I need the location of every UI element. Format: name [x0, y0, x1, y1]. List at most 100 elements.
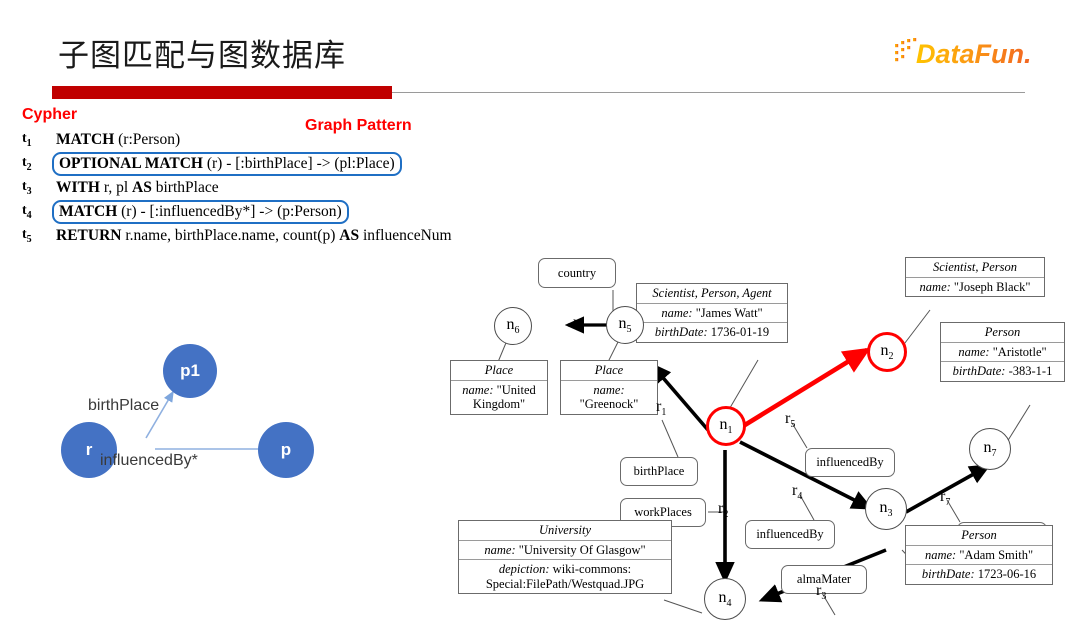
property-box-n4-row-name: name: "University Of Glasgow"	[459, 541, 671, 561]
property-box-n3-labels: Person	[906, 526, 1052, 546]
cypher-rest-5: r.name, birthPlace.name, count(p)	[121, 227, 340, 244]
property-box-n6-labels: Place	[451, 361, 547, 381]
cypher-code-block: t1 MATCH (r:Person) t2 OPTIONAL MATCH (r…	[0, 128, 520, 248]
graph-node-n2[interactable]: n2	[867, 332, 907, 372]
query-pattern-graph: p1 r p birthPlace influencedBy*	[50, 330, 380, 510]
graph-edge-label-r2: r2	[718, 500, 729, 521]
cypher-step-label-4: t4	[22, 203, 32, 221]
cypher-keyword-5: RETURN	[56, 227, 122, 244]
cypher-step-sub-1: 1	[26, 137, 32, 149]
property-box-n3-row-birthdate: birthDate: 1723-06-16	[921, 567, 1037, 582]
cypher-line-2: t2 OPTIONAL MATCH (r) - [:birthPlace] ->…	[0, 152, 520, 176]
graph-node-n4-label: n4	[718, 588, 732, 610]
cypher-rest-4: (r) - [:influencedBy*] -> (p:Person)	[117, 203, 342, 220]
graph-node-n7-label: n7	[983, 438, 997, 460]
cypher-statement-1: MATCH (r:Person)	[52, 130, 184, 150]
cypher-rest-3: r, pl	[99, 179, 133, 196]
property-box-n4-row-depiction: depiction: wiki-commons: Special:FilePat…	[485, 562, 645, 591]
cypher-statement-3: WITH r, pl AS birthPlace	[52, 178, 223, 198]
pattern-node-p1[interactable]: p1	[163, 344, 217, 398]
property-box-n7-row-birthdate: birthDate: -383-1-1	[952, 364, 1053, 379]
graph-edge-label-r6: r6	[573, 314, 584, 335]
cypher-rest-3b: birthPlace	[151, 179, 219, 196]
cypher-statement-4-highlighted[interactable]: MATCH (r) - [:influencedBy*] -> (p:Perso…	[52, 200, 349, 224]
property-box-n1-row-birthdate: birthDate: 1736-01-19	[654, 325, 770, 340]
graph-edge-label-r4: r4	[792, 482, 803, 503]
property-box-n1-row-name: name: "James Watt"	[637, 304, 787, 324]
property-box-n1: Scientist, Person, Agent name: "James Wa…	[636, 283, 788, 343]
graph-edge-label-r5: r5	[785, 410, 796, 431]
property-box-n7: Person name: "Aristotle" birthDate: -383…	[940, 322, 1065, 382]
property-box-n5: Place name: "Greenock"	[560, 360, 658, 415]
title-underline-accent	[52, 86, 392, 99]
cypher-step-sub-5: 5	[26, 233, 32, 245]
pattern-edge-label-influencedby: influencedBy*	[100, 452, 198, 469]
cypher-step-sub-2: 2	[26, 161, 32, 173]
cypher-keyword-2: OPTIONAL MATCH	[59, 155, 203, 172]
edge-type-box-country: country	[538, 258, 616, 288]
graph-node-n6[interactable]: n6	[494, 307, 532, 345]
graph-edge-label-r7: r7	[940, 488, 951, 509]
graph-node-n2-label: n2	[880, 341, 894, 363]
cypher-rest-1: (r:Person)	[114, 131, 181, 148]
slide-root: 子图匹配与图数据库 DataFun. Cypher Graph Pattern …	[0, 0, 1080, 620]
pattern-node-p1-label: p1	[180, 361, 200, 380]
cypher-keyword-4: MATCH	[59, 203, 118, 220]
cypher-line-1: t1 MATCH (r:Person)	[0, 128, 520, 152]
connector-n4-props	[663, 599, 703, 614]
cypher-step-label-3: t3	[22, 179, 32, 197]
cypher-line-4: t4 MATCH (r) - [:influencedBy*] -> (p:Pe…	[0, 200, 520, 224]
cypher-keyword-3b: AS	[132, 179, 152, 196]
graph-node-n3[interactable]: n3	[865, 488, 907, 530]
cypher-rest-2: (r) - [:birthPlace] -> (pl:Place)	[202, 155, 395, 172]
cypher-section-label: Cypher	[22, 106, 78, 123]
property-box-n7-labels: Person	[941, 323, 1064, 343]
cypher-statement-5: RETURN r.name, birthPlace.name, count(p)…	[52, 226, 456, 246]
graph-node-n1[interactable]: n1	[706, 406, 746, 446]
datafun-logo-icon: DataFun.	[895, 38, 1032, 69]
property-box-n3-row-name: name: "Adam Smith"	[906, 546, 1052, 566]
title-underline-rule	[392, 92, 1025, 93]
property-box-n2: Scientist, Person name: "Joseph Black"	[905, 257, 1045, 298]
edge-type-box-influencedby-r4: influencedBy	[745, 520, 835, 549]
cypher-step-sub-4: 4	[26, 209, 32, 221]
cypher-step-sub-3: 3	[26, 185, 32, 197]
graph-node-n4[interactable]: n4	[704, 578, 746, 620]
cypher-step-label-1: t1	[22, 131, 32, 149]
pattern-node-r-label: r	[85, 440, 93, 459]
cypher-keyword-3: WITH	[56, 179, 100, 196]
cypher-line-3: t3 WITH r, pl AS birthPlace	[0, 176, 520, 200]
cypher-keyword-1: MATCH	[56, 131, 115, 148]
edge-type-box-birthplace: birthPlace	[620, 457, 698, 486]
property-box-n2-row-name: name: "Joseph Black"	[919, 280, 1031, 294]
property-box-n3: Person name: "Adam Smith" birthDate: 172…	[905, 525, 1053, 585]
property-box-n6-row-name: name: "United Kingdom"	[462, 383, 536, 412]
property-box-n2-labels: Scientist, Person	[906, 258, 1044, 278]
cypher-statement-2-highlighted[interactable]: OPTIONAL MATCH (r) - [:birthPlace] -> (p…	[52, 152, 402, 176]
graph-edge-label-r1: r1	[656, 398, 667, 419]
connector-r1-typebox	[661, 419, 679, 458]
graph-node-n5[interactable]: n5	[606, 306, 644, 344]
cypher-step-label-5: t5	[22, 227, 32, 245]
cypher-step-label-2: t2	[22, 155, 32, 173]
graph-node-n5-label: n5	[618, 314, 632, 336]
property-box-n4: University name: "University Of Glasgow"…	[458, 520, 672, 595]
pattern-node-p[interactable]: p	[258, 422, 314, 478]
property-box-n7-row-name: name: "Aristotle"	[941, 343, 1064, 363]
property-box-n4-labels: University	[459, 521, 671, 541]
page-title: 子图匹配与图数据库	[58, 38, 346, 73]
graph-edge-label-r3: r3	[816, 582, 827, 603]
cypher-line-5: t5 RETURN r.name, birthPlace.name, count…	[0, 224, 520, 248]
graph-node-n3-label: n3	[879, 498, 893, 520]
data-graph: n6 n5 n1 n2 n3 n4 n7 r6 r1 r2 r3 r4 r5 r…	[440, 250, 1080, 620]
datafun-logo-text: DataFun.	[916, 39, 1032, 69]
graph-node-n7[interactable]: n7	[969, 428, 1011, 470]
property-box-n6: Place name: "United Kingdom"	[450, 360, 548, 415]
property-box-n5-row-name: name: "Greenock"	[579, 383, 639, 412]
pattern-graph-edges	[145, 390, 274, 454]
cypher-rest-5b: influenceNum	[359, 227, 452, 244]
edge-r5-n1-n2-highlighted	[738, 347, 871, 430]
property-box-n5-labels: Place	[561, 361, 657, 381]
pattern-node-p-label: p	[280, 440, 292, 459]
edge-type-box-influencedby-r5: influencedBy	[805, 448, 895, 477]
